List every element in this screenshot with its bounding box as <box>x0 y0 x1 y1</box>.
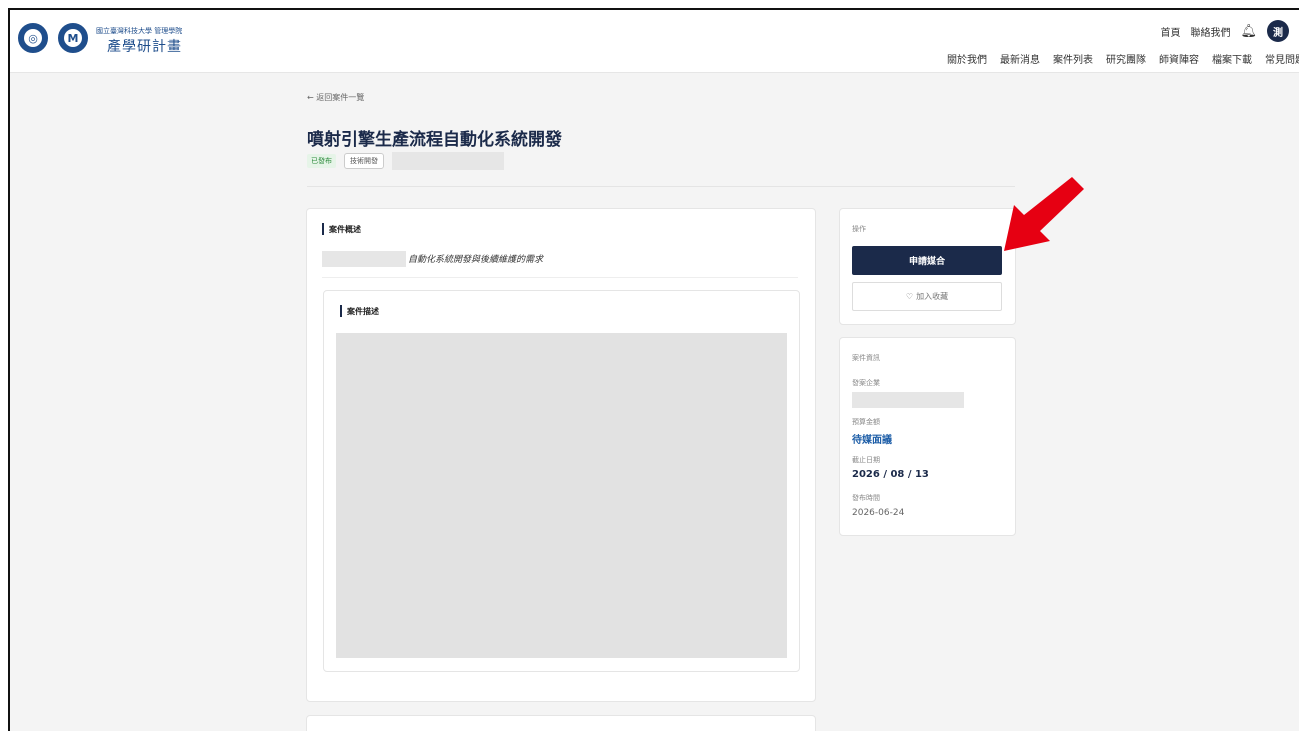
summary-divider <box>322 277 798 278</box>
nav-news[interactable]: 最新消息 <box>1000 51 1040 66</box>
page-title: 噴射引擎生產流程自動化系統開發 <box>307 130 562 150</box>
contact-link[interactable]: 聯絡我們 <box>1190 24 1230 39</box>
heading-accent-bar <box>340 305 342 317</box>
heart-icon: ♡ <box>905 292 914 301</box>
redacted-summary-text <box>322 251 406 267</box>
university-logo[interactable]: ◎ <box>18 23 48 53</box>
case-tags: 已發布 技術開發 <box>307 152 504 170</box>
management-logo-mark: M <box>64 29 82 47</box>
back-to-cases-link[interactable]: ← 返回案件一覽 <box>307 92 364 103</box>
published-label: 發布時間 <box>852 494 880 502</box>
nav-cases[interactable]: 案件列表 <box>1053 51 1093 66</box>
site-header: ◎ M 國立臺灣科技大學 管理學院 產學研計畫 首頁 聯絡我們 🔔︎ 測 關於我… <box>10 10 1299 73</box>
category-tag: 技術開發 <box>344 153 384 169</box>
annotation-arrow-icon <box>1004 177 1084 251</box>
actions-card: 操作 申請媒合 ♡ 加入收藏 <box>839 208 1016 325</box>
add-favorite-button[interactable]: ♡ 加入收藏 <box>852 282 1002 311</box>
apply-match-button[interactable]: 申請媒合 <box>852 246 1002 275</box>
nav-about[interactable]: 關於我們 <box>947 51 987 66</box>
nav-research-team[interactable]: 研究團隊 <box>1106 51 1146 66</box>
budget-value: 待媒面議 <box>852 435 892 446</box>
university-logo-mark: ◎ <box>24 29 42 47</box>
description-image <box>336 333 787 658</box>
bell-icon[interactable]: 🔔︎ <box>1240 24 1257 39</box>
heading-accent-bar <box>322 223 324 235</box>
published-value: 2026-06-24 <box>852 508 905 518</box>
redacted-company-name <box>852 392 964 408</box>
case-info-card: 案件資訊 發案企業 預算金額 待媒面議 截止日期 2026 / 08 / 13 … <box>839 337 1016 536</box>
avatar[interactable]: 測 <box>1267 20 1289 42</box>
main-nav: 關於我們 最新消息 案件列表 研究團隊 師資陣容 檔案下載 常見問題 <box>947 51 1299 66</box>
management-college-logo[interactable]: M <box>58 23 88 53</box>
company-label: 發案企業 <box>852 379 880 387</box>
summary-heading: 案件概述 <box>322 223 361 235</box>
browser-frame: ◎ M 國立臺灣科技大學 管理學院 產學研計畫 首頁 聯絡我們 🔔︎ 測 關於我… <box>8 8 1299 731</box>
deadline-value: 2026 / 08 / 13 <box>852 469 929 480</box>
status-badge: 已發布 <box>307 154 336 168</box>
case-info-heading: 案件資訊 <box>852 354 880 362</box>
add-favorite-label: 加入收藏 <box>916 292 949 301</box>
redacted-tag <box>392 152 504 170</box>
nav-downloads[interactable]: 檔案下載 <box>1212 51 1252 66</box>
description-card: 案件描述 <box>323 290 800 672</box>
summary-text: 自動化系統開發與後續維護的需求 <box>408 255 544 265</box>
home-link[interactable]: 首頁 <box>1160 24 1180 39</box>
nav-faculty[interactable]: 師資陣容 <box>1159 51 1199 66</box>
actions-heading: 操作 <box>852 225 866 233</box>
description-heading-label: 案件描述 <box>347 306 379 316</box>
nav-faq[interactable]: 常見問題 <box>1265 51 1299 66</box>
project-name[interactable]: 產學研計畫 <box>107 36 182 56</box>
case-main-card: 案件概述 自動化系統開發與後續維護的需求 案件描述 <box>306 208 816 702</box>
top-links: 首頁 聯絡我們 🔔︎ 測 <box>1160 20 1289 42</box>
deadline-label: 截止日期 <box>852 456 880 464</box>
description-heading: 案件描述 <box>340 305 379 317</box>
title-divider <box>307 186 1015 187</box>
next-section-card <box>306 715 816 731</box>
school-name: 國立臺灣科技大學 管理學院 <box>96 27 183 35</box>
summary-heading-label: 案件概述 <box>329 224 361 234</box>
budget-label: 預算金額 <box>852 418 880 426</box>
